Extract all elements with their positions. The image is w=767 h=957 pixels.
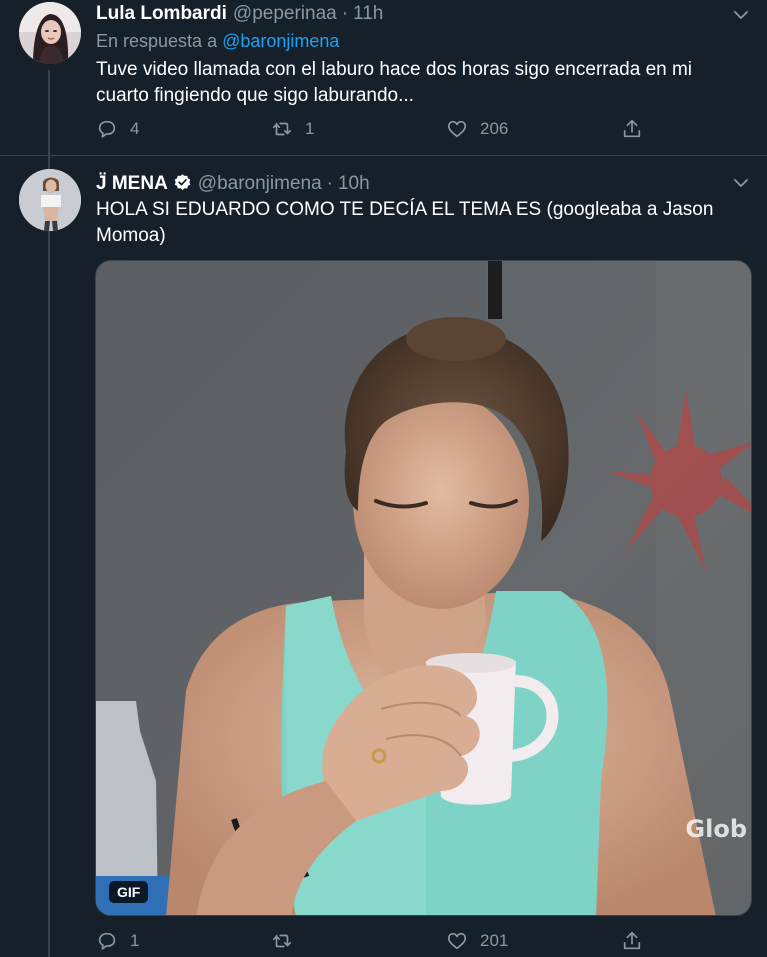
share-upload-icon bbox=[623, 119, 641, 138]
like-button[interactable]: 206 bbox=[446, 118, 508, 140]
retweet-button[interactable] bbox=[271, 930, 305, 952]
retweet-arrows-icon bbox=[272, 934, 292, 948]
reply-button[interactable]: 1 bbox=[96, 930, 139, 952]
reply-count: 1 bbox=[130, 931, 140, 950]
heart-icon bbox=[447, 120, 467, 138]
timestamp[interactable]: 10h bbox=[338, 173, 370, 195]
tweet-text: HOLA SI EDUARDO COMO TE DECÍA EL TEMA ES… bbox=[96, 199, 714, 246]
chevron-down-icon[interactable] bbox=[733, 7, 749, 23]
timestamp[interactable]: 11h bbox=[353, 3, 383, 25]
avatar[interactable] bbox=[19, 2, 81, 64]
tweet[interactable]: J̈ MENA @baronjimena · 10h HOLA SI EDUAR… bbox=[0, 157, 767, 957]
chevron-down-icon[interactable] bbox=[733, 175, 749, 191]
author-name[interactable]: J̈ MENA bbox=[96, 173, 168, 195]
retweet-count: 1 bbox=[305, 119, 315, 138]
author-name[interactable]: Lula Lombardi bbox=[96, 3, 227, 25]
share-button[interactable] bbox=[621, 118, 643, 140]
gif-image bbox=[96, 261, 751, 915]
like-count: 201 bbox=[480, 931, 509, 950]
reply-prefix: En respuesta a bbox=[96, 31, 218, 51]
gif-media[interactable]: GIF Glob bbox=[95, 260, 752, 916]
tweet-header: Lula Lombardi @peperinaa · 11h bbox=[96, 3, 383, 25]
tweet-actions: 4 1 206 bbox=[96, 118, 656, 142]
reply-context: En respuesta a @baronjimena bbox=[96, 31, 339, 52]
verified-badge-icon bbox=[174, 174, 191, 191]
tweet-header: J̈ MENA @baronjimena · 10h bbox=[96, 170, 370, 195]
share-button[interactable] bbox=[621, 930, 643, 952]
tweet-actions: 1 201 bbox=[96, 930, 656, 954]
avatar[interactable] bbox=[19, 169, 81, 231]
retweet-arrows-icon bbox=[272, 122, 292, 136]
like-button[interactable]: 201 bbox=[446, 930, 508, 952]
retweet-button[interactable]: 1 bbox=[271, 118, 314, 140]
separator-dot: · bbox=[341, 3, 349, 24]
separator-dot: · bbox=[326, 173, 333, 194]
author-handle[interactable]: @peperinaa bbox=[233, 3, 337, 25]
reply-button[interactable]: 4 bbox=[96, 118, 139, 140]
speech-bubble-icon bbox=[98, 932, 116, 950]
speech-bubble-icon bbox=[98, 120, 116, 138]
reply-mention-link[interactable]: @baronjimena bbox=[222, 31, 339, 51]
tweet[interactable]: Lula Lombardi @peperinaa · 11h En respue… bbox=[0, 0, 767, 156]
heart-icon bbox=[447, 932, 467, 950]
share-upload-icon bbox=[623, 931, 641, 950]
author-handle[interactable]: @baronjimena bbox=[198, 173, 322, 195]
tv-watermark: Glob bbox=[685, 815, 747, 843]
gif-badge: GIF bbox=[109, 881, 149, 903]
reply-count: 4 bbox=[130, 119, 140, 138]
like-count: 206 bbox=[480, 119, 509, 138]
tweet-text: Tuve video llamada con el laburo hace do… bbox=[96, 59, 693, 106]
